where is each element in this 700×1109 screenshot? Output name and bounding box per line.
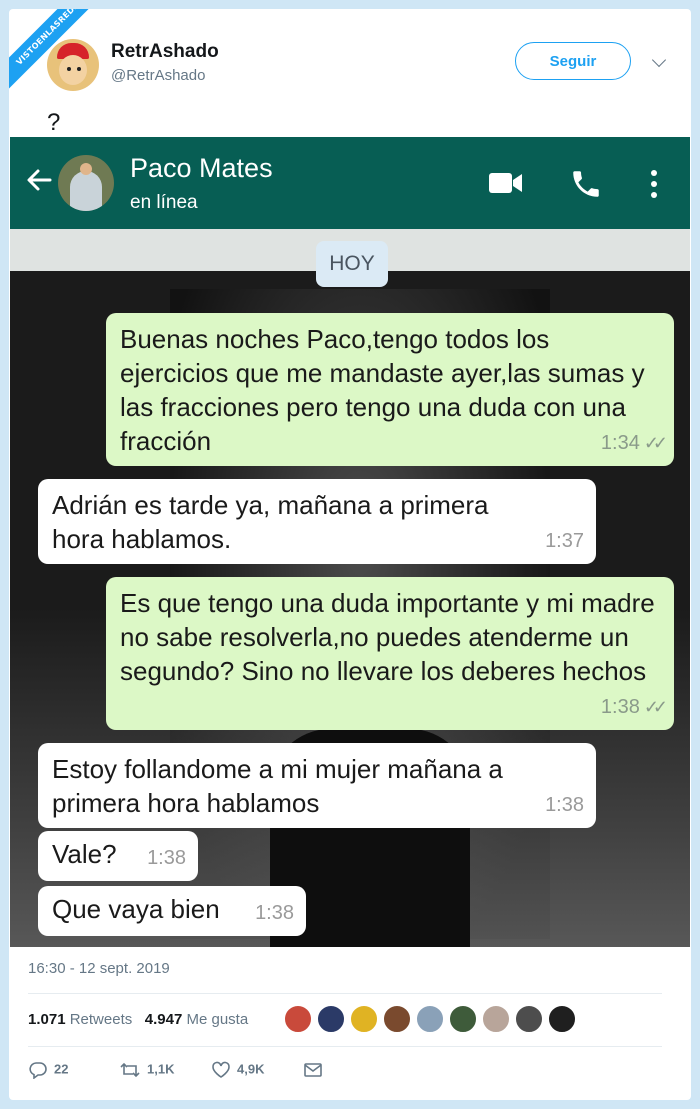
retweets-stat[interactable]: 1.071 Retweets [28,1011,132,1028]
message-outgoing[interactable]: Es que tengo una duda importante y mi ma… [106,577,674,730]
message-time: 1:37 [545,530,584,552]
like-action[interactable]: 4,9K [211,1061,264,1079]
tweet-stats: 1.071 Retweets 4.947 Me gusta [28,1011,248,1028]
likes-stat[interactable]: 4.947 Me gusta [145,1011,248,1028]
contact-avatar[interactable] [58,155,114,211]
divider [28,993,662,994]
retweet-action[interactable]: 1,1K [119,1061,174,1079]
retweets-count: 1.071 [28,1011,66,1028]
date-chip: HOY [316,241,388,287]
message-meta: 1:34 ✓✓ [600,426,668,460]
message-time: 1:38 [255,902,294,924]
more-options-icon[interactable] [648,169,660,199]
message-time: 1:38 [600,696,640,718]
chevron-down-icon[interactable] [651,52,667,68]
message-meta: 1:38 ✓✓ [600,690,668,724]
contact-avatar-body [70,171,102,211]
reply-action[interactable]: 22 [28,1061,69,1080]
liker-avatar[interactable] [383,1005,411,1033]
liker-avatar[interactable] [548,1005,576,1033]
retweets-label: Retweets [69,1011,133,1028]
retweet-icon [120,1062,140,1078]
avatar-eye [77,67,81,71]
avatar-eye [67,67,71,71]
message-text: Es que tengo una duda importante y mi ma… [120,588,655,686]
user-handle[interactable]: @RetrAshado [111,67,205,84]
liker-avatar[interactable] [350,1005,378,1033]
liker-avatar[interactable] [317,1005,345,1033]
heart-icon [212,1061,230,1078]
message-incoming[interactable]: Que vaya bien 1:38 [38,886,306,936]
whatsapp-header: Paco Mates en línea [10,137,690,229]
liker-avatar[interactable] [416,1005,444,1033]
message-time: 1:34 [600,432,640,454]
avatar-face [59,55,87,85]
user-avatar[interactable] [47,39,99,91]
liker-avatar[interactable] [515,1005,543,1033]
phone-call-icon[interactable] [569,167,603,201]
message-text: Buenas noches Paco,tengo todos los ejerc… [120,324,645,456]
display-name[interactable]: RetrAshado [111,41,219,63]
contact-status: en línea [130,192,198,213]
likes-label: Me gusta [186,1011,249,1028]
liker-avatar[interactable] [284,1005,312,1033]
message-incoming[interactable]: Adrián es tarde ya, mañana a primera hor… [38,479,596,564]
message-outgoing[interactable]: Buenas noches Paco,tengo todos los ejerc… [106,313,674,466]
like-count: 4,9K [237,1061,265,1077]
double-check-icon: ✓✓ [643,697,668,717]
divider [28,1046,662,1047]
envelope-icon [304,1062,322,1077]
contact-name[interactable]: Paco Mates [130,153,273,184]
tweet-text: ? [47,109,61,136]
likes-count: 4.947 [144,1011,183,1028]
retweet-count: 1,1K [147,1061,175,1077]
tweet-card: VISTOENLASREDES RetrAshado @RetrAshado S… [9,9,691,1100]
back-arrow-icon[interactable] [24,165,54,195]
liker-avatar[interactable] [482,1005,510,1033]
message-incoming[interactable]: Estoy follandome a mi mujer mañana a pri… [38,743,596,828]
message-incoming[interactable]: Vale? 1:38 [38,831,198,881]
liker-avatar[interactable] [449,1005,477,1033]
contact-avatar-head [80,163,92,175]
whatsapp-screenshot: Paco Mates en línea HOY Buenas noches Pa… [10,137,690,947]
reply-count: 22 [54,1061,69,1077]
message-time: 1:38 [147,847,186,869]
tweet-timestamp[interactable]: 16:30 - 12 sept. 2019 [28,960,170,977]
video-call-icon[interactable] [488,171,524,195]
direct-message-action[interactable] [303,1061,329,1078]
follow-button[interactable]: Seguir [515,42,631,80]
double-check-icon: ✓✓ [643,433,668,453]
reply-icon [29,1062,47,1080]
message-text: Estoy follandome a mi mujer mañana a pri… [52,754,503,818]
message-text: Adrián es tarde ya, mañana a primera hor… [52,490,489,554]
message-time: 1:38 [545,794,584,816]
